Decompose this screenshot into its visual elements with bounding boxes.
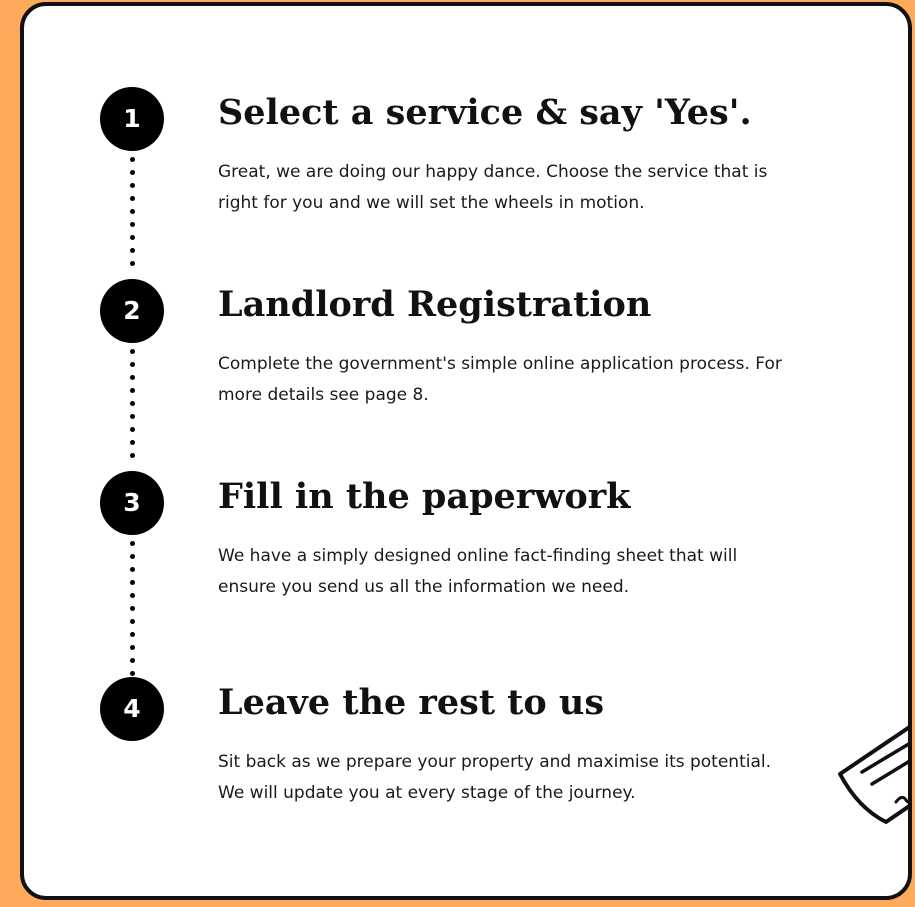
connector-dot	[130, 401, 135, 406]
step-title: Select a service & say 'Yes'.	[218, 92, 752, 133]
step-title: Landlord Registration	[218, 284, 652, 325]
connector-dot	[130, 541, 135, 546]
step-number-badge: 4	[100, 677, 164, 741]
connector-dot	[130, 183, 135, 188]
connector-dot	[130, 375, 135, 380]
connector-dot	[130, 580, 135, 585]
connector-dot	[130, 349, 135, 354]
connector-dot	[130, 567, 135, 572]
dotted-connector	[130, 541, 136, 676]
connector-dot	[130, 222, 135, 227]
connector-dot	[130, 619, 135, 624]
dotted-connector	[130, 349, 136, 469]
connector-dot	[130, 196, 135, 201]
connector-dot	[130, 453, 135, 458]
connector-dot	[130, 170, 135, 175]
connector-dot	[130, 362, 135, 367]
step-description: We have a simply designed online fact-fi…	[218, 546, 738, 597]
connector-dot	[130, 645, 135, 650]
step-title: Leave the rest to us	[218, 682, 605, 723]
connector-dot	[130, 157, 135, 162]
step-3: 3 Fill in the paperwork We have a simply…	[24, 471, 908, 601]
connector-dot	[130, 606, 135, 611]
dotted-connector	[130, 157, 136, 277]
connector-dot	[130, 658, 135, 663]
connector-dot	[130, 427, 135, 432]
step-number-badge: 3	[100, 471, 164, 535]
step-description: Great, we are doing our happy dance. Cho…	[218, 162, 768, 213]
document-sketch-icon	[838, 725, 908, 824]
step-number-badge: 1	[100, 87, 164, 151]
step-1: 1 Select a service & say 'Yes'. Great, w…	[24, 87, 908, 217]
step-4: 4 Leave the rest to us Sit back as we pr…	[24, 677, 908, 807]
steps-card: 1 Select a service & say 'Yes'. Great, w…	[20, 2, 912, 900]
step-description: Sit back as we prepare your property and…	[218, 752, 772, 803]
connector-dot	[130, 248, 135, 253]
connector-dot	[130, 554, 135, 559]
step-number-badge: 2	[100, 279, 164, 343]
step-2: 2 Landlord Registration Complete the gov…	[24, 279, 908, 409]
connector-dot	[130, 440, 135, 445]
connector-dot	[130, 388, 135, 393]
connector-dot	[130, 671, 135, 676]
step-description: Complete the government's simple online …	[218, 354, 782, 405]
connector-dot	[130, 209, 135, 214]
connector-dot	[130, 414, 135, 419]
connector-dot	[130, 261, 135, 266]
step-title: Fill in the paperwork	[218, 476, 631, 517]
connector-dot	[130, 593, 135, 598]
connector-dot	[130, 235, 135, 240]
connector-dot	[130, 632, 135, 637]
